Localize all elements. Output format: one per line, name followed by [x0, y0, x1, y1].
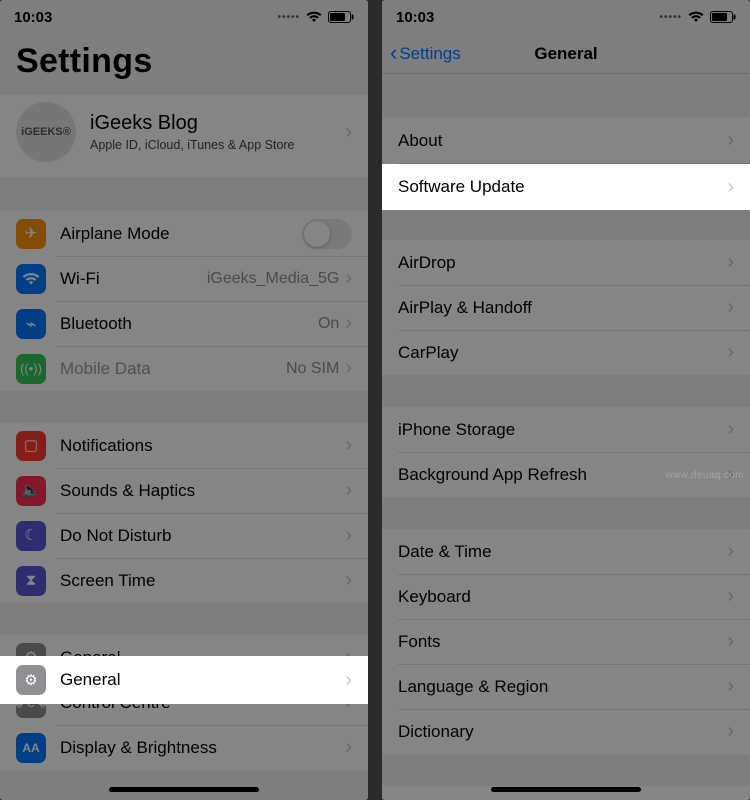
wifi-row[interactable]: Wi-Fi iGeeks_Media_5G ›: [0, 256, 368, 301]
storage-group: iPhone Storage› Background App Refresh›: [382, 407, 750, 497]
signal-dots-icon: •••••: [277, 12, 300, 23]
notifications-row[interactable]: ▢ Notifications ›: [0, 423, 368, 468]
mobile-detail: No SIM: [286, 360, 339, 378]
airplane-icon: ✈: [16, 219, 46, 249]
cellular-icon: ((•)): [16, 354, 46, 384]
signal-dots-icon: •••••: [659, 12, 682, 23]
wifi-icon: [688, 11, 704, 23]
dictionary-row[interactable]: Dictionary›: [382, 709, 750, 754]
home-indicator[interactable]: [109, 787, 259, 792]
watermark: www.deuaq.com: [665, 470, 744, 481]
sounds-icon: 🔈: [16, 476, 46, 506]
chevron-right-icon: ›: [345, 267, 352, 290]
avatar: iGEEKS®: [16, 102, 76, 162]
software-update-row-highlight[interactable]: Software Update ›: [382, 164, 750, 210]
status-bar: 10:03 •••••: [382, 0, 750, 34]
chevron-right-icon: ›: [727, 251, 734, 274]
chevron-right-icon: ›: [727, 176, 734, 199]
gear-icon: ⚙: [16, 665, 46, 695]
chevron-right-icon: ›: [345, 121, 352, 144]
status-icons: •••••: [277, 11, 354, 23]
chevron-right-icon: ›: [727, 675, 734, 698]
chevron-right-icon: ›: [345, 312, 352, 335]
general-screen: 10:03 ••••• ‹ Settings General About › S…: [382, 0, 750, 800]
chevron-right-icon: ›: [345, 736, 352, 759]
connectivity-group: ✈ Airplane Mode Wi-Fi iGeeks_Media_5G › …: [0, 211, 368, 391]
settings-screen: 10:03 ••••• Settings iGEEKS® iGeeks Blog…: [0, 0, 368, 800]
chevron-right-icon: ›: [727, 341, 734, 364]
clock: 10:03: [396, 9, 434, 26]
screentime-row[interactable]: ⧗ Screen Time ›: [0, 558, 368, 603]
general-row-highlight[interactable]: ⚙ General ›: [0, 656, 368, 704]
airdrop-row[interactable]: AirDrop›: [382, 240, 750, 285]
chevron-right-icon: ›: [727, 720, 734, 743]
back-button[interactable]: ‹ Settings: [390, 43, 461, 65]
about-row[interactable]: About ›: [382, 118, 750, 163]
airplane-mode-row[interactable]: ✈ Airplane Mode: [0, 211, 368, 256]
status-bar: 10:03 •••••: [0, 0, 368, 34]
battery-icon: [328, 11, 354, 23]
carplay-row[interactable]: CarPlay›: [382, 330, 750, 375]
alerts-group: ▢ Notifications › 🔈 Sounds & Haptics › ☾…: [0, 423, 368, 603]
keyboard-row[interactable]: Keyboard›: [382, 574, 750, 619]
chevron-right-icon: ›: [727, 129, 734, 152]
wifi-icon: [306, 11, 322, 23]
bluetooth-icon: ⌁: [16, 309, 46, 339]
fonts-row[interactable]: Fonts›: [382, 619, 750, 664]
moon-icon: ☾: [16, 521, 46, 551]
bluetooth-row[interactable]: ⌁ Bluetooth On ›: [0, 301, 368, 346]
home-indicator[interactable]: [491, 787, 641, 792]
apple-id-row[interactable]: iGEEKS® iGeeks Blog Apple ID, iCloud, iT…: [0, 93, 368, 179]
chevron-right-icon: ›: [345, 479, 352, 502]
display-row[interactable]: AA Display & Brightness ›: [0, 725, 368, 770]
status-icons: •••••: [659, 11, 736, 23]
account-subtitle: Apple ID, iCloud, iTunes & App Store: [90, 138, 295, 152]
account-name: iGeeks Blog: [90, 112, 295, 135]
chevron-right-icon: ›: [727, 418, 734, 441]
dnd-row[interactable]: ☾ Do Not Disturb ›: [0, 513, 368, 558]
chevron-right-icon: ›: [345, 357, 352, 380]
chevron-right-icon: ›: [345, 524, 352, 547]
sounds-row[interactable]: 🔈 Sounds & Haptics ›: [0, 468, 368, 513]
text-size-icon: AA: [16, 733, 46, 763]
language-region-row[interactable]: Language & Region›: [382, 664, 750, 709]
notifications-icon: ▢: [16, 431, 46, 461]
chevron-right-icon: ›: [345, 569, 352, 592]
chevron-right-icon: ›: [727, 630, 734, 653]
battery-icon: [710, 11, 736, 23]
hourglass-icon: ⧗: [16, 566, 46, 596]
wifi-settings-icon: [16, 264, 46, 294]
iphone-storage-row[interactable]: iPhone Storage›: [382, 407, 750, 452]
chevron-right-icon: ›: [727, 296, 734, 319]
nav-bar: ‹ Settings General: [382, 34, 750, 74]
chevron-left-icon: ‹: [390, 42, 397, 64]
airdrop-group: AirDrop› AirPlay & Handoff› CarPlay›: [382, 240, 750, 375]
mobile-data-row[interactable]: ((•)) Mobile Data No SIM ›: [0, 346, 368, 391]
chevron-right-icon: ›: [727, 585, 734, 608]
chevron-right-icon: ›: [345, 669, 352, 692]
airplay-row[interactable]: AirPlay & Handoff›: [382, 285, 750, 330]
page-title: Settings: [0, 34, 368, 93]
wifi-detail: iGeeks_Media_5G: [207, 270, 340, 288]
region-group: Date & Time› Keyboard› Fonts› Language &…: [382, 529, 750, 754]
chevron-right-icon: ›: [345, 434, 352, 457]
bluetooth-detail: On: [318, 315, 339, 333]
date-time-row[interactable]: Date & Time›: [382, 529, 750, 574]
airplane-toggle[interactable]: [302, 219, 352, 249]
clock: 10:03: [14, 9, 52, 26]
chevron-right-icon: ›: [727, 540, 734, 563]
